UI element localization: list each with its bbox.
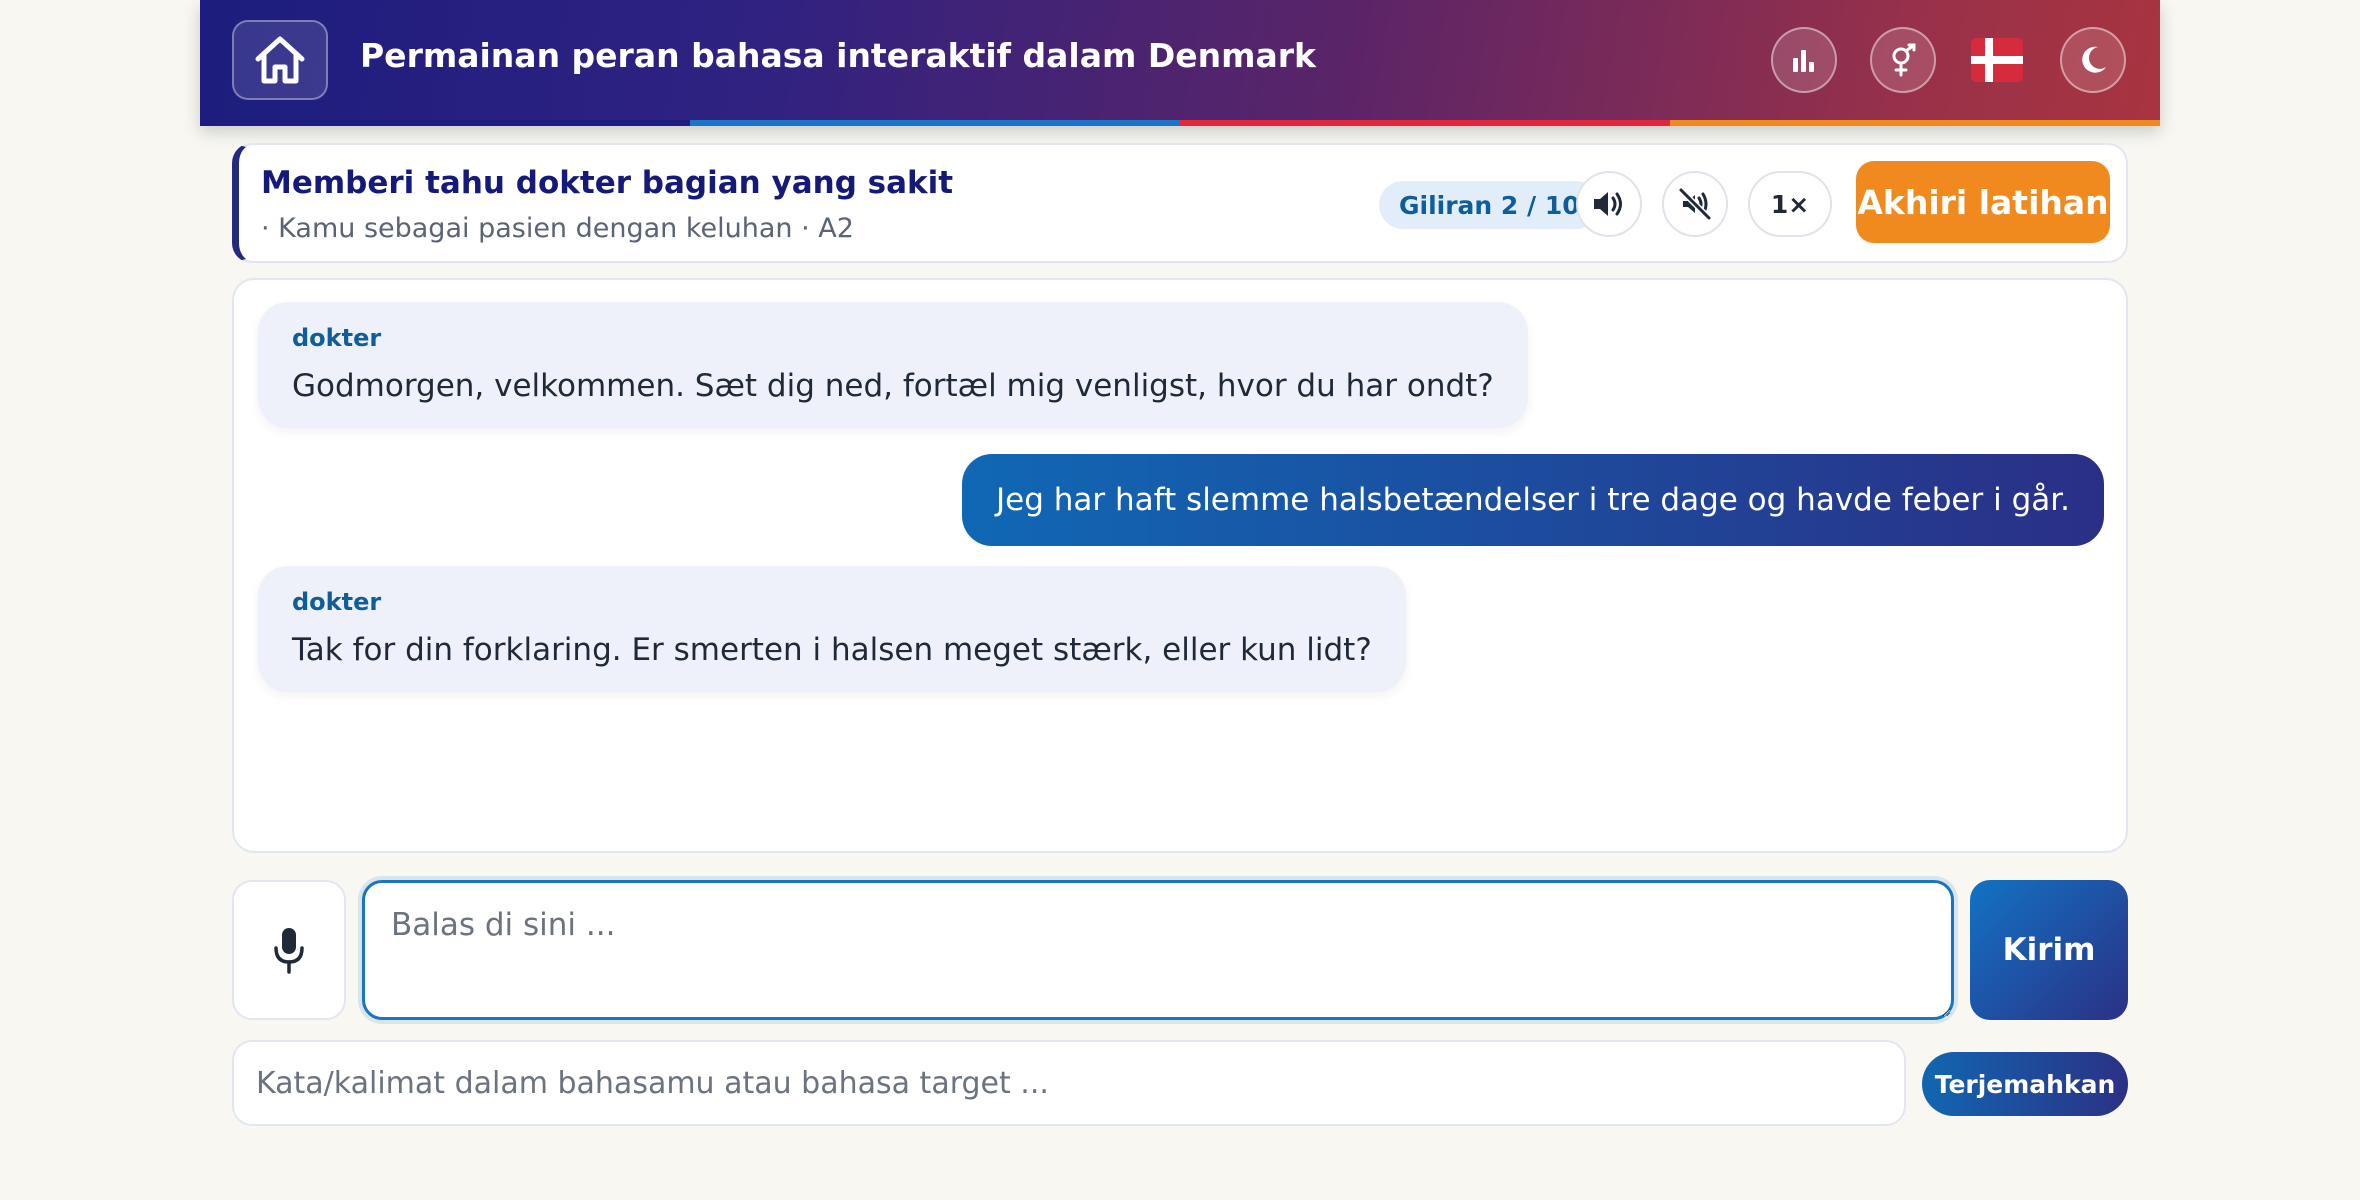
scenario-title: Memberi tahu dokter bagian yang sakit (261, 165, 954, 201)
message-ai: dokter Tak for din forklaring. Er smerte… (258, 566, 1406, 692)
scenario-subtitle: · Kamu sebagai pasien dengan keluhan · A… (261, 213, 854, 244)
message-ai: dokter Godmorgen, velkommen. Sæt dig ned… (258, 302, 1528, 428)
microphone-button[interactable] (232, 880, 346, 1020)
gender-button[interactable] (1870, 27, 1936, 93)
app-title: Permainan peran bahasa interaktif dalam … (360, 36, 1317, 75)
theme-toggle-button[interactable] (2060, 27, 2126, 93)
header-color-stripe (200, 120, 2160, 126)
bar-chart-icon (1793, 50, 1814, 72)
moon-icon (2082, 46, 2106, 73)
chat-panel: dokter Godmorgen, velkommen. Sæt dig ned… (232, 278, 2128, 853)
audio-on-button[interactable] (1576, 171, 1642, 237)
home-icon (255, 36, 305, 84)
speaker-icon (1594, 192, 1622, 216)
turn-counter-badge: Giliran 2 / 10 (1379, 181, 1600, 229)
send-button[interactable]: Kirim (1970, 880, 2128, 1020)
scenario-bar: Memberi tahu dokter bagian yang sakit · … (232, 143, 2128, 263)
playback-speed-button[interactable]: 1× (1748, 171, 1832, 237)
message-user: Jeg har haft slemme halsbetændelser i tr… (962, 454, 2104, 546)
mute-button[interactable] (1662, 171, 1728, 237)
reply-input[interactable] (362, 880, 1954, 1020)
app-header: Permainan peran bahasa interaktif dalam … (200, 0, 2160, 126)
mute-icon (1678, 187, 1712, 221)
home-button[interactable] (232, 20, 328, 100)
stats-button[interactable] (1771, 27, 1837, 93)
message-text: Godmorgen, velkommen. Sæt dig ned, fortæ… (292, 368, 1494, 404)
message-speaker: dokter (292, 324, 382, 352)
message-speaker: dokter (292, 588, 382, 616)
translate-button[interactable]: Terjemahkan (1922, 1052, 2128, 1116)
message-text: Tak for din forklaring. Er smerten i hal… (292, 632, 1372, 668)
denmark-flag-icon[interactable] (1971, 38, 2023, 82)
translate-input[interactable] (232, 1040, 1906, 1126)
end-practice-button[interactable]: Akhiri latihan (1856, 161, 2110, 243)
microphone-icon (274, 928, 304, 974)
gender-icon (1892, 43, 1916, 77)
